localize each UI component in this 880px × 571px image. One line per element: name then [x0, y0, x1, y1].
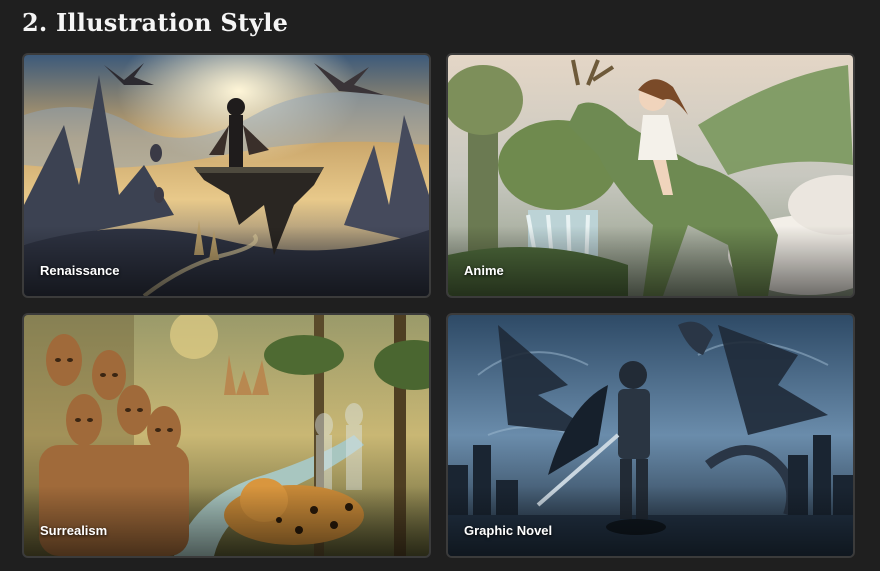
label-shade [24, 226, 429, 296]
label-shade [24, 486, 429, 556]
card-label: Anime [464, 263, 504, 278]
label-shade [448, 486, 853, 556]
card-label: Surrealism [40, 523, 108, 538]
section-title: 2. Illustration Style [22, 8, 289, 37]
card-label: Renaissance [40, 263, 120, 278]
style-card-surrealism[interactable]: Surrealism [22, 313, 431, 558]
style-card-renaissance[interactable]: Renaissance [22, 53, 431, 298]
card-label: Graphic Novel [464, 523, 553, 538]
label-shade [448, 226, 853, 296]
style-card-graphic-novel[interactable]: Graphic Novel [446, 313, 855, 558]
style-card-anime[interactable]: Anime [446, 53, 855, 298]
